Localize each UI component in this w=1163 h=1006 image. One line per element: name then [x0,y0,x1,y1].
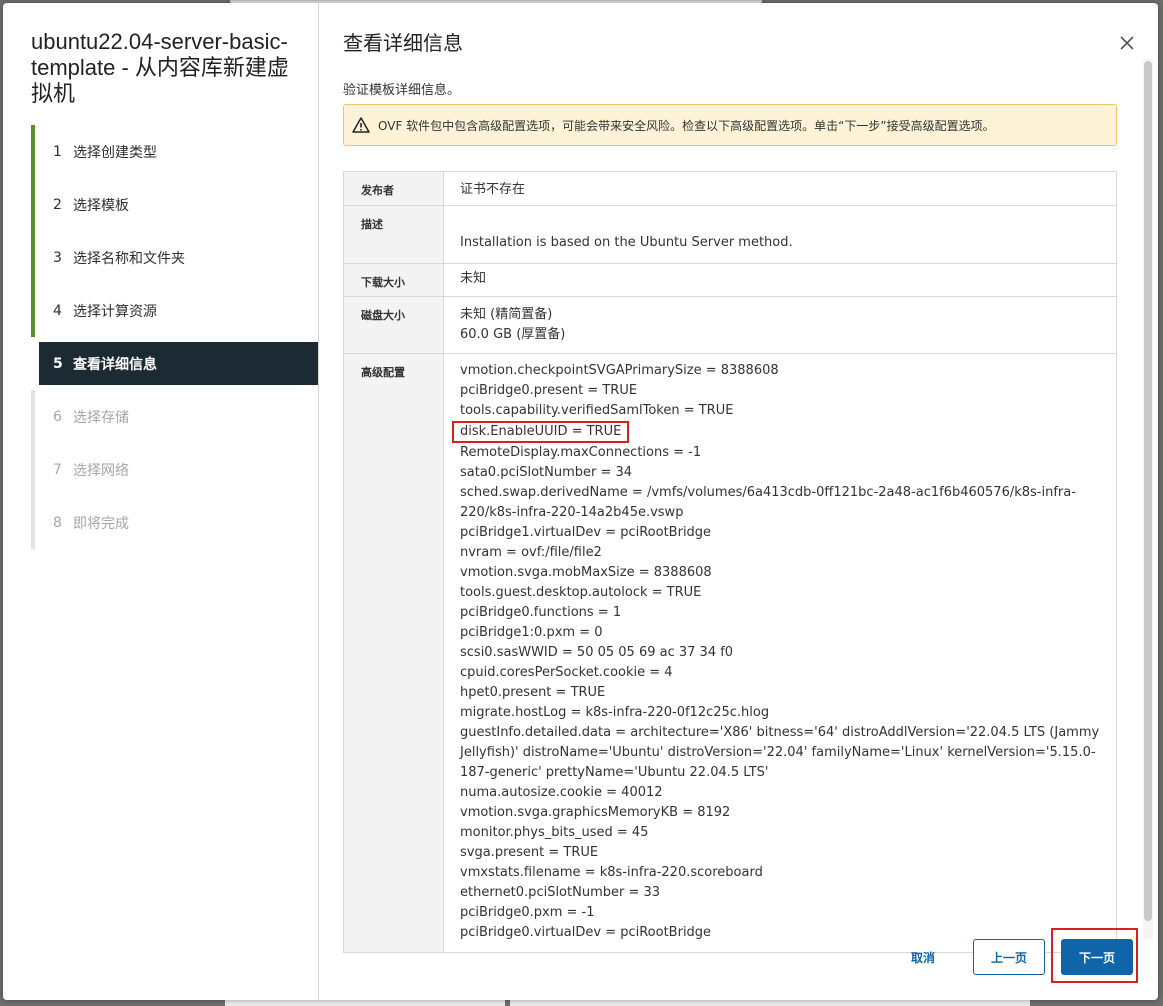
config-entry: tools.capability.verifiedSamlToken = TRU… [460,403,734,418]
step-number: 7 [53,461,62,478]
step-select-storage: 6 选择存储 [31,390,318,443]
step-label: 查看详细信息 [73,356,157,373]
close-icon [1120,36,1134,50]
config-entry: sata0.pciSlotNumber = 34 [460,465,633,480]
step-number: 5 [53,355,63,372]
step-label: 选择存储 [73,409,129,426]
security-warning-alert: OVF 软件包中包含高级配置选项，可能会带来安全风险。检查以下高级配置选项。单击… [343,104,1117,146]
config-entry: numa.autosize.cookie = 40012 [460,785,663,800]
scrollbar-thumb[interactable] [1144,61,1152,921]
wizard-content: 查看详细信息 验证模板详细信息。 OVF 软件包中包含高级配置选项，可能会带来安… [319,3,1158,1000]
step-review-details[interactable]: 5 查看详细信息 [39,342,318,385]
description-value: Installation is based on the Ubuntu Serv… [460,235,793,250]
step-label: 选择名称和文件夹 [73,250,185,267]
step-number: 4 [53,302,62,319]
step-label: 选择创建类型 [73,144,157,161]
disk-size-label: 磁盘大小 [344,297,444,353]
config-entry: svga.present = TRUE [460,845,599,860]
config-entry: pciBridge0.present = TRUE [460,383,638,398]
step-progress-bar [31,284,35,337]
config-entry: pciBridge0.pxm = -1 [460,905,595,920]
cancel-button[interactable]: 取消 [893,949,953,969]
close-button[interactable] [1115,31,1139,55]
page-title: 查看详细信息 [343,31,463,55]
advanced-config-label: 高级配置 [344,354,444,952]
step-number: 6 [53,408,62,425]
step-progress-bar [31,443,35,496]
config-entry: hpet0.present = TRUE [460,685,606,700]
step-select-template[interactable]: 2 选择模板 [31,178,318,231]
alert-text: OVF 软件包中包含高级配置选项，可能会带来安全风险。检查以下高级配置选项。单击… [378,118,995,133]
warning-icon [352,117,370,133]
wizard-title: ubuntu22.04-server-basic-template - 从内容库… [31,29,289,106]
step-ready-to-complete: 8 即将完成 [31,496,318,549]
back-button[interactable]: 上一页 [973,939,1045,975]
disk-size-thick: 60.0 GB (厚置备) [460,327,566,342]
config-entry: vmotion.svga.mobMaxSize = 8388608 [460,565,712,580]
step-progress-bar [31,125,35,178]
disk-size-value: 未知 (精简置备) 60.0 GB (厚置备) [444,297,1116,353]
row-publisher: 发布者 证书不存在 [344,172,1116,206]
page-subtitle: 验证模板详细信息。 [343,83,461,98]
config-entry-highlighted: disk.EnableUUID = TRUE [452,421,1102,443]
next-button[interactable]: 下一页 [1061,939,1133,975]
step-progress-bar [31,178,35,231]
step-number: 3 [53,249,62,266]
config-entry: nvram = ovf:/file/file2 [460,545,602,560]
step-progress-bar [31,496,35,549]
step-label: 选择计算资源 [73,303,157,320]
step-select-creation-type[interactable]: 1 选择创建类型 [31,125,318,178]
config-entry: vmxstats.filename = k8s-infra-220.scoreb… [460,865,763,880]
row-disk-size: 磁盘大小 未知 (精简置备) 60.0 GB (厚置备) [344,297,1116,354]
description-label: 描述 [344,206,444,263]
config-entry: migrate.hostLog = k8s-infra-220-0f12c25c… [460,705,770,720]
step-number: 2 [53,196,62,213]
download-size-label: 下载大小 [344,264,444,296]
config-entry: cpuid.coresPerSocket.cookie = 4 [460,665,673,680]
step-label: 即将完成 [73,515,129,532]
row-download-size: 下载大小 未知 [344,264,1116,297]
content-scrollbar[interactable] [1143,59,1153,939]
config-entry: pciBridge1:0.pxm = 0 [460,625,603,640]
template-details-table: 发布者 证书不存在 描述 Installation is based on th… [343,171,1117,953]
step-number: 1 [53,143,62,160]
config-entry: pciBridge1.virtualDev = pciRootBridge [460,525,712,540]
row-description: 描述 Installation is based on the Ubuntu S… [344,206,1116,264]
advanced-config-list: vmotion.checkpointSVGAPrimarySize = 8388… [444,354,1116,952]
step-progress-bar [31,390,35,443]
config-entry: guestInfo.detailed.data = architecture='… [460,725,1100,780]
step-number: 8 [53,514,62,531]
step-progress-bar [31,231,35,284]
config-entry: pciBridge0.functions = 1 [460,605,622,620]
step-select-network: 7 选择网络 [31,443,318,496]
config-entry: ethernet0.pciSlotNumber = 33 [460,885,661,900]
disk-size-thin: 未知 (精简置备) [460,307,553,322]
publisher-value: 证书不存在 [460,182,526,197]
config-entry: monitor.phys_bits_used = 45 [460,825,649,840]
highlight-box: disk.EnableUUID = TRUE [452,421,630,443]
config-entry: scsi0.sasWWID = 50 05 05 69 ac 37 34 f0 [460,645,734,660]
download-size-value: 未知 [460,271,487,286]
config-entry: tools.guest.desktop.autolock = TRUE [460,585,702,600]
config-entry: sched.swap.derivedName = /vmfs/volumes/6… [460,485,1076,520]
publisher-label: 发布者 [344,172,444,205]
new-vm-wizard-dialog: ubuntu22.04-server-basic-template - 从内容库… [3,3,1158,1000]
row-advanced-config: 高级配置 vmotion.checkpointSVGAPrimarySize =… [344,354,1116,952]
wizard-sidebar: ubuntu22.04-server-basic-template - 从内容库… [3,3,319,1000]
step-label: 选择模板 [73,197,129,214]
config-entry: vmotion.svga.graphicsMemoryKB = 8192 [460,805,731,820]
step-select-name-folder[interactable]: 3 选择名称和文件夹 [31,231,318,284]
config-entry: vmotion.checkpointSVGAPrimarySize = 8388… [460,363,779,378]
step-label: 选择网络 [73,462,129,479]
config-entry: RemoteDisplay.maxConnections = -1 [460,445,702,460]
step-select-compute-resource[interactable]: 4 选择计算资源 [31,284,318,337]
wizard-steps: 1 选择创建类型 2 选择模板 3 选择名称和文件夹 4 选择计算资源 5 查看… [31,125,318,549]
